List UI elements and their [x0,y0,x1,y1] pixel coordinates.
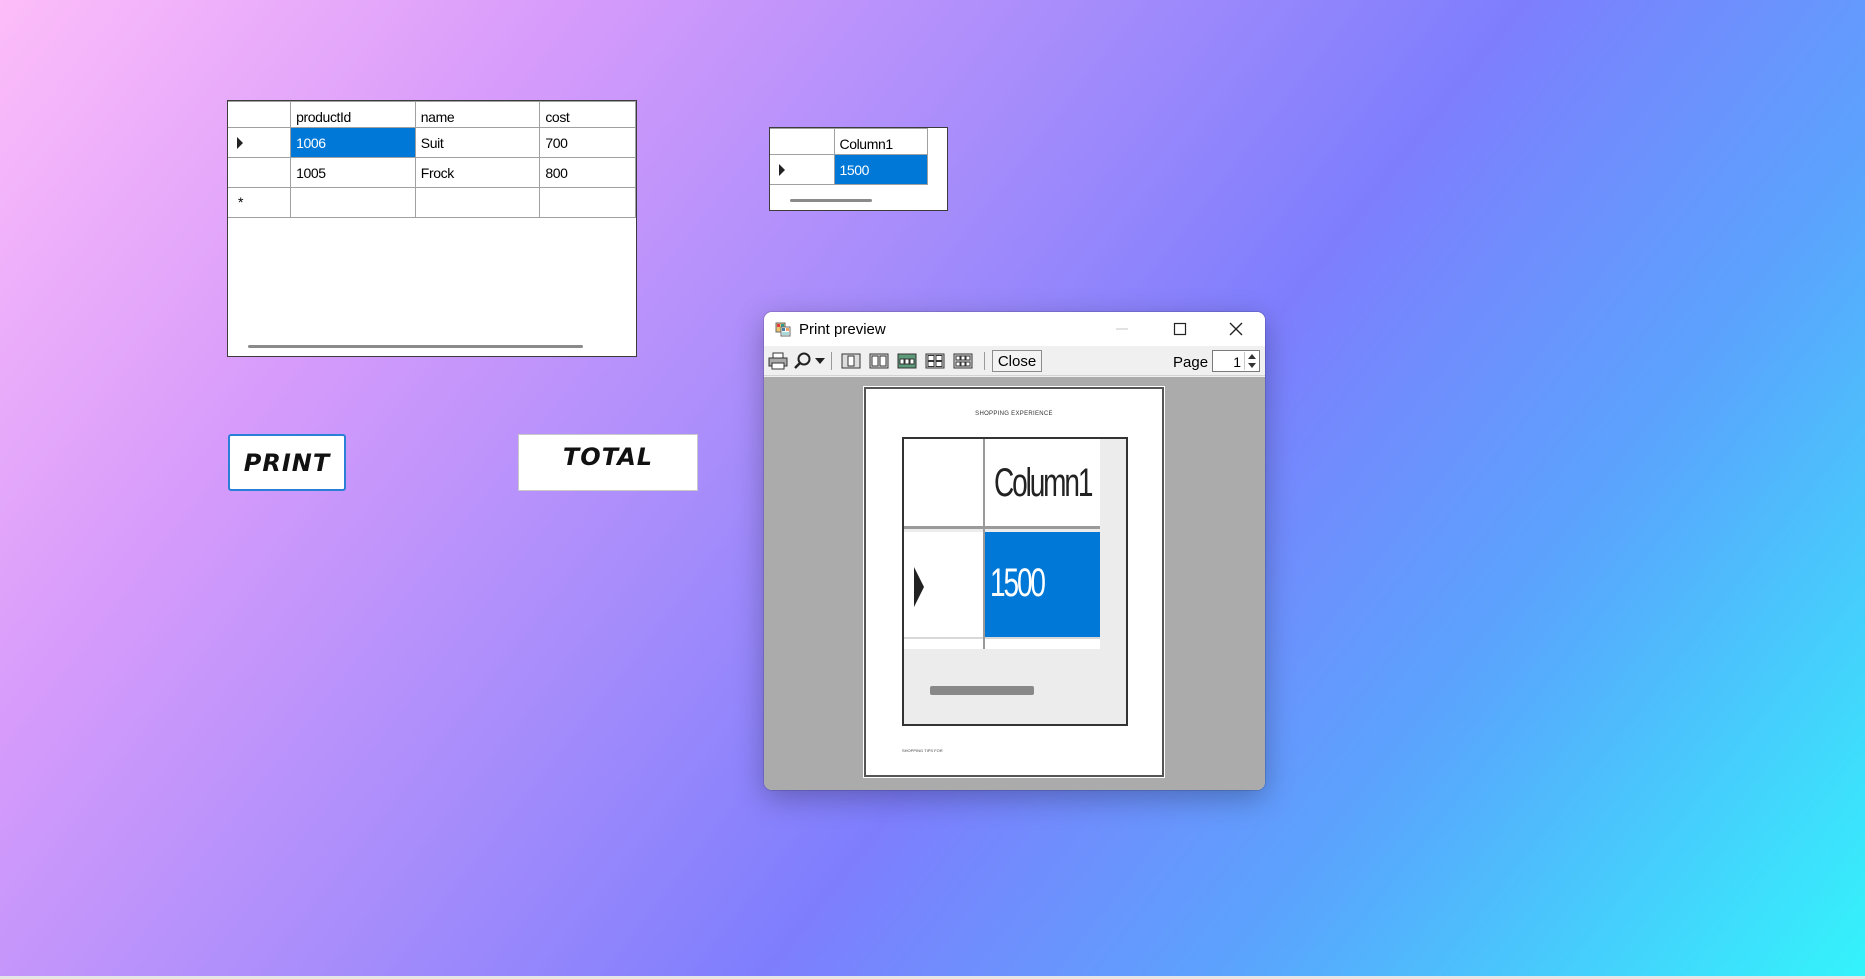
grid-header-row: productId name cost [228,101,636,128]
cell-productid[interactable]: 1005 [290,157,416,188]
horizontal-scrollbar[interactable] [790,199,872,202]
row-header-corner [228,101,292,128]
maximize-button[interactable] [1151,312,1209,346]
row-header[interactable] [770,154,835,185]
window-close-button[interactable] [1207,312,1265,346]
total-grid[interactable]: Column1 1500 [769,127,948,211]
table-row[interactable]: 1006 Suit 700 [228,127,636,158]
row-header-corner [770,128,835,155]
current-row-arrow-icon [237,137,243,149]
column-header-cost[interactable]: cost [539,101,636,128]
snapshot-cell-value: 1500 [990,561,1046,605]
cell-name[interactable]: Frock [414,157,541,188]
minimize-button[interactable] [1093,312,1151,346]
maximize-icon [1173,322,1187,336]
new-row[interactable]: * [228,187,636,218]
column-header-productid[interactable]: productId [290,101,416,128]
toolbar-zoom-button[interactable] [792,351,814,371]
six-pages-button[interactable] [952,351,974,371]
chevron-down-icon [815,358,825,364]
row-header[interactable] [228,127,292,158]
cell-productid[interactable] [290,187,416,218]
minimize-icon [1116,328,1128,330]
stepper-up-icon[interactable] [1248,354,1256,359]
page-number-value[interactable]: 1 [1233,354,1241,370]
stepper-down-icon[interactable] [1248,363,1256,368]
document-footer: SHOPPING TIPS FOR [902,748,943,753]
document-title: SHOPPING EXPERIENCE [975,411,1053,417]
print-preview-window: Print preview Close Page 1 SHOPPING EXPE… [764,312,1265,790]
one-page-icon [841,353,861,369]
three-pages-button[interactable] [896,351,918,371]
six-pages-icon [953,353,973,369]
window-title: Print preview [799,321,886,338]
snapshot-column-header: Column1 [994,461,1093,505]
table-row[interactable]: 1005 Frock 800 [228,157,636,188]
cell-cost[interactable]: 800 [539,157,636,188]
four-pages-icon [925,353,945,369]
cell-name[interactable] [414,187,541,218]
snapshot-column-divider [983,439,985,649]
toolbar-print-button[interactable] [767,351,789,371]
toolbar-separator [984,352,985,370]
products-grid[interactable]: productId name cost 1006 Suit 700 1005 F… [227,100,637,357]
three-pages-icon [897,353,917,369]
print-preview-app-icon [775,322,791,337]
column-header-column1[interactable]: Column1 [833,128,928,155]
two-pages-button[interactable] [868,351,890,371]
preview-close-button[interactable]: Close [992,350,1042,372]
total-button[interactable]: TOTAL [518,434,698,491]
row-header[interactable]: * [228,187,292,218]
table-row[interactable]: 1500 [770,154,928,185]
toolbar-separator [831,352,832,370]
magnifier-icon [794,352,811,369]
new-row-asterisk-icon: * [238,194,244,210]
cell-name[interactable]: Suit [414,127,541,158]
snapshot-row-arrow-icon [914,567,924,607]
snapshot-scrollbar [930,686,1034,695]
grid-snapshot-image: Column1 1500 [902,437,1128,726]
page-number-stepper[interactable]: 1 [1212,350,1260,372]
cell-cost[interactable] [539,187,636,218]
horizontal-scrollbar[interactable] [248,345,583,348]
cell-cost[interactable]: 700 [539,127,636,158]
one-page-button[interactable] [840,351,862,371]
column-header-name[interactable]: name [414,101,541,128]
stepper-arrows[interactable] [1244,352,1258,370]
four-pages-button[interactable] [924,351,946,371]
cell-productid[interactable]: 1006 [290,127,416,158]
title-bar[interactable]: Print preview [764,312,1265,346]
row-header[interactable] [228,157,292,188]
current-row-arrow-icon [779,164,785,176]
zoom-dropdown-button[interactable] [814,351,826,371]
preview-page: SHOPPING EXPERIENCE Column1 1500 SHOPPIN… [863,386,1165,778]
preview-area[interactable]: SHOPPING EXPERIENCE Column1 1500 SHOPPIN… [764,377,1265,790]
two-pages-icon [869,353,889,369]
page-label: Page [1173,354,1209,371]
close-icon [1229,322,1243,336]
cell-column1[interactable]: 1500 [833,154,928,185]
print-button[interactable]: PRINT [228,434,346,491]
preview-toolbar: Close Page 1 [764,346,1265,376]
printer-icon [768,352,788,370]
snapshot-empty-row [904,637,1100,649]
grid-header-row: Column1 [770,128,928,155]
